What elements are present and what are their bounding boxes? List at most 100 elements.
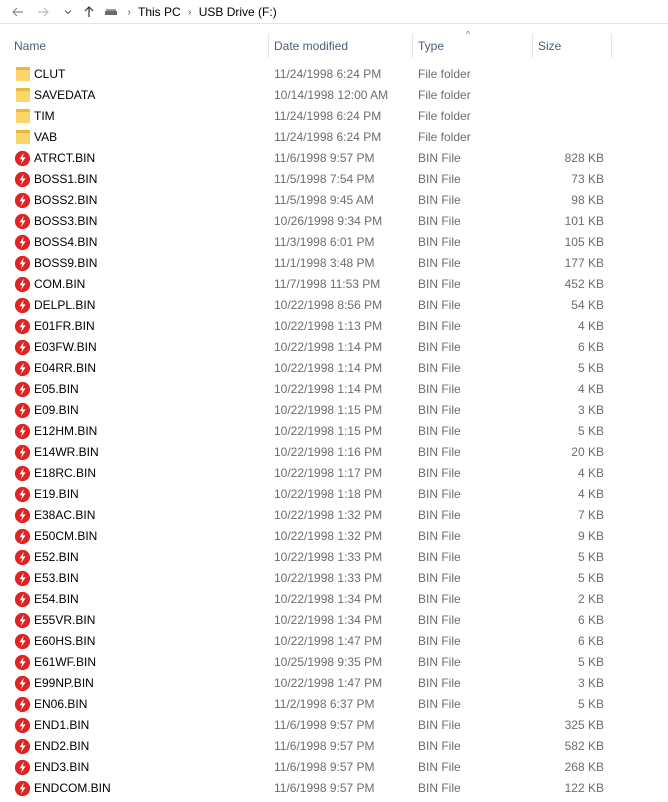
- file-row[interactable]: BOSS2.BIN 11/5/1998 9:45 AM BIN File 98 KB: [0, 190, 668, 211]
- file-row[interactable]: E01FR.BIN 10/22/1998 1:13 PM BIN File 4 KB: [0, 316, 668, 337]
- file-date-modified: 11/24/1998 6:24 PM: [274, 109, 382, 123]
- file-row[interactable]: E05.BIN 10/22/1998 1:14 PM BIN File 4 KB: [0, 379, 668, 400]
- file-size: 3 KB: [577, 676, 604, 690]
- file-size: 122 KB: [564, 781, 604, 795]
- file-size: 5 KB: [577, 697, 604, 711]
- file-name: E03FW.BIN: [34, 340, 97, 354]
- file-row[interactable]: EN06.BIN 11/2/1998 6:37 PM BIN File 5 KB: [0, 694, 668, 715]
- file-row[interactable]: ENDCOM.BIN 11/6/1998 9:57 PM BIN File 122 K…: [0, 778, 668, 799]
- file-size: 101 KB: [564, 214, 604, 228]
- column-divider[interactable]: [611, 34, 612, 58]
- file-row[interactable]: E14WR.BIN 10/22/1998 1:16 PM BIN File 20 KB: [0, 442, 668, 463]
- column-header-size[interactable]: Size: [532, 34, 612, 58]
- file-row[interactable]: E54.BIN 10/22/1998 1:34 PM BIN File 2 KB: [0, 589, 668, 610]
- bin-file-icon: [14, 192, 31, 209]
- file-size: 5 KB: [577, 424, 604, 438]
- bin-file-icon: [14, 339, 31, 356]
- column-header-date[interactable]: Date modified: [268, 34, 412, 58]
- file-row[interactable]: E50CM.BIN 10/22/1998 1:32 PM BIN File 9 KB: [0, 526, 668, 547]
- bin-file-icon: [14, 612, 31, 629]
- file-date-modified: 10/22/1998 1:34 PM: [274, 613, 383, 627]
- file-row[interactable]: BOSS3.BIN 10/26/1998 9:34 PM BIN File 101 K…: [0, 211, 668, 232]
- file-size: 5 KB: [577, 571, 604, 585]
- file-name: ENDCOM.BIN: [34, 781, 111, 795]
- file-row[interactable]: E04RR.BIN 10/22/1998 1:14 PM BIN File 5 KB: [0, 358, 668, 379]
- file-type: BIN File: [418, 781, 461, 795]
- file-type: BIN File: [418, 277, 461, 291]
- bin-file-icon: [14, 150, 31, 167]
- up-button[interactable]: [79, 2, 99, 22]
- file-type: BIN File: [418, 613, 461, 627]
- file-row[interactable]: BOSS9.BIN 11/1/1998 3:48 PM BIN File 177 KB: [0, 253, 668, 274]
- file-row[interactable]: CLUT 11/24/1998 6:24 PM File folder: [0, 64, 668, 85]
- file-type: BIN File: [418, 403, 461, 417]
- file-row[interactable]: E99NP.BIN 10/22/1998 1:47 PM BIN File 3 KB: [0, 673, 668, 694]
- breadcrumb-usb-drive[interactable]: USB Drive (F:): [197, 5, 279, 19]
- file-row[interactable]: END3.BIN 11/6/1998 9:57 PM BIN File 268 KB: [0, 757, 668, 778]
- file-size: 2 KB: [577, 592, 604, 606]
- bin-file-icon: [14, 171, 31, 188]
- file-name: E61WF.BIN: [34, 655, 97, 669]
- breadcrumb-this-pc[interactable]: This PC: [136, 5, 183, 19]
- file-row[interactable]: BOSS4.BIN 11/3/1998 6:01 PM BIN File 105 KB: [0, 232, 668, 253]
- file-type: BIN File: [418, 235, 461, 249]
- column-header-row: Name Date modified Type ^ Size: [0, 29, 668, 58]
- file-row[interactable]: E12HM.BIN 10/22/1998 1:15 PM BIN File 5 KB: [0, 421, 668, 442]
- arrow-left-icon: [12, 7, 23, 17]
- column-header-type[interactable]: Type: [412, 34, 532, 58]
- file-type: BIN File: [418, 508, 461, 522]
- file-row[interactable]: E38AC.BIN 10/22/1998 1:32 PM BIN File 7 KB: [0, 505, 668, 526]
- bin-file-icon: [14, 696, 31, 713]
- file-row[interactable]: END1.BIN 11/6/1998 9:57 PM BIN File 325 KB: [0, 715, 668, 736]
- file-size: 54 KB: [571, 298, 604, 312]
- recent-locations-button[interactable]: [58, 2, 78, 22]
- file-row[interactable]: E61WF.BIN 10/25/1998 9:35 PM BIN File 5 KB: [0, 652, 668, 673]
- file-row[interactable]: ATRCT.BIN 11/6/1998 9:57 PM BIN File 828 KB: [0, 148, 668, 169]
- file-type: BIN File: [418, 298, 461, 312]
- bin-file-icon: [14, 507, 31, 524]
- file-type: File folder: [418, 130, 471, 144]
- file-type: BIN File: [418, 319, 461, 333]
- file-size: 6 KB: [577, 613, 604, 627]
- forward-button[interactable]: [33, 2, 53, 22]
- file-date-modified: 11/24/1998 6:24 PM: [274, 130, 382, 144]
- file-row[interactable]: E52.BIN 10/22/1998 1:33 PM BIN File 5 KB: [0, 547, 668, 568]
- file-row[interactable]: COM.BIN 11/7/1998 11:53 PM BIN File 452 KB: [0, 274, 668, 295]
- bin-file-icon: [14, 633, 31, 650]
- back-button[interactable]: [8, 2, 28, 22]
- file-row[interactable]: BOSS1.BIN 11/5/1998 7:54 PM BIN File 73 KB: [0, 169, 668, 190]
- file-date-modified: 11/6/1998 9:57 PM: [274, 760, 375, 774]
- arrow-right-icon: [38, 7, 49, 17]
- file-row[interactable]: DELPL.BIN 10/22/1998 8:56 PM BIN File 54 KB: [0, 295, 668, 316]
- sort-ascending-icon: ^: [466, 29, 471, 39]
- column-header-name[interactable]: Name: [8, 34, 268, 58]
- file-date-modified: 10/22/1998 1:13 PM: [274, 319, 383, 333]
- file-row[interactable]: VAB 11/24/1998 6:24 PM File folder: [0, 127, 668, 148]
- file-row[interactable]: END2.BIN 11/6/1998 9:57 PM BIN File 582 KB: [0, 736, 668, 757]
- file-name: E99NP.BIN: [34, 676, 94, 690]
- folder-icon: [14, 108, 31, 125]
- file-name: BOSS4.BIN: [34, 235, 98, 249]
- file-date-modified: 11/6/1998 9:57 PM: [274, 151, 375, 165]
- file-date-modified: 11/6/1998 9:57 PM: [274, 718, 375, 732]
- file-row[interactable]: TIM 11/24/1998 6:24 PM File folder: [0, 106, 668, 127]
- file-type: BIN File: [418, 424, 461, 438]
- file-row[interactable]: E53.BIN 10/22/1998 1:33 PM BIN File 5 KB: [0, 568, 668, 589]
- file-size: 4 KB: [577, 487, 604, 501]
- file-type: File folder: [418, 109, 471, 123]
- file-row[interactable]: E19.BIN 10/22/1998 1:18 PM BIN File 4 KB: [0, 484, 668, 505]
- file-row[interactable]: E09.BIN 10/22/1998 1:15 PM BIN File 3 KB: [0, 400, 668, 421]
- file-name: E53.BIN: [34, 571, 79, 585]
- file-type: BIN File: [418, 487, 461, 501]
- file-date-modified: 11/24/1998 6:24 PM: [274, 67, 382, 81]
- file-row[interactable]: E03FW.BIN 10/22/1998 1:14 PM BIN File 6 KB: [0, 337, 668, 358]
- file-row[interactable]: E60HS.BIN 10/22/1998 1:47 PM BIN File 6 KB: [0, 631, 668, 652]
- file-date-modified: 10/22/1998 1:17 PM: [274, 466, 383, 480]
- file-row[interactable]: SAVEDATA 10/14/1998 12:00 AM File folder: [0, 85, 668, 106]
- file-row[interactable]: E18RC.BIN 10/22/1998 1:17 PM BIN File 4 KB: [0, 463, 668, 484]
- file-name: E38AC.BIN: [34, 508, 96, 522]
- file-row[interactable]: E55VR.BIN 10/22/1998 1:34 PM BIN File 6 KB: [0, 610, 668, 631]
- file-date-modified: 10/22/1998 1:16 PM: [274, 445, 383, 459]
- bin-file-icon: [14, 528, 31, 545]
- file-date-modified: 10/22/1998 1:14 PM: [274, 382, 383, 396]
